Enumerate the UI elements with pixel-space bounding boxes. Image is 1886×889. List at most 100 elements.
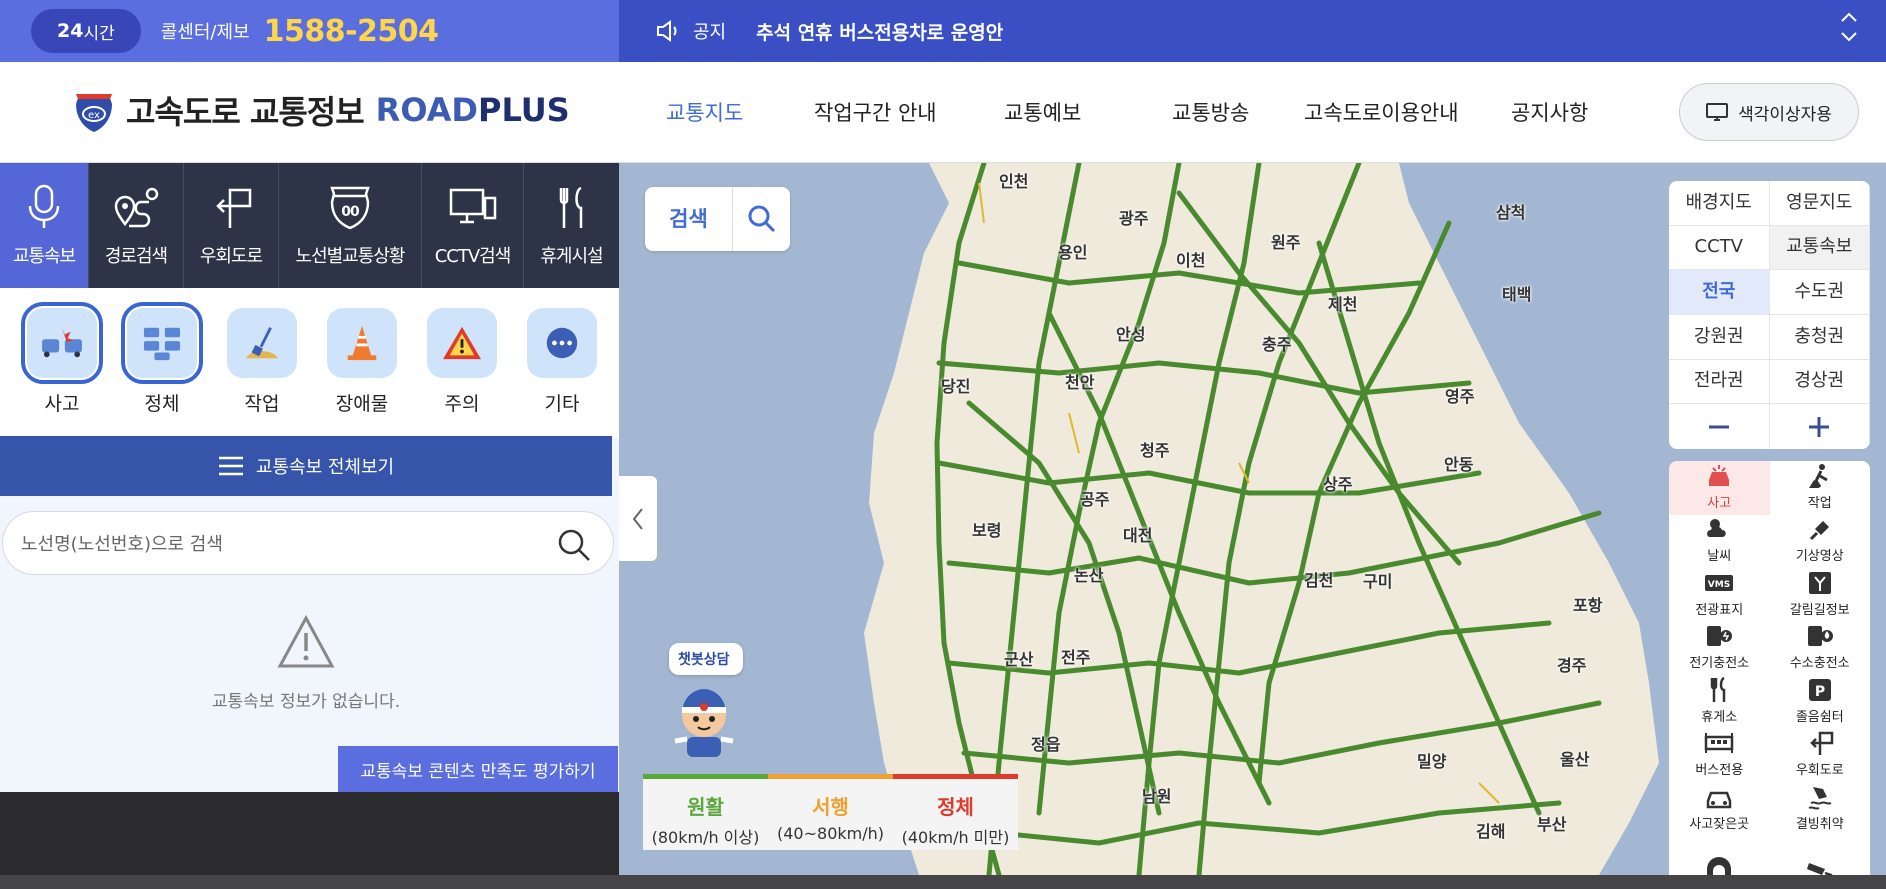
site-logo[interactable]: ex 고속도로 교통정보 ROAD PLUS: [70, 86, 570, 134]
tab-cctv-search[interactable]: CCTV검색: [422, 163, 524, 288]
layer-label: 결빙취약: [1795, 816, 1844, 832]
zoom-in-button[interactable]: [1770, 404, 1870, 449]
tab-detour[interactable]: 우회도로: [184, 163, 279, 288]
congestion-icon: [121, 302, 203, 384]
region-nationwide[interactable]: 전국: [1669, 270, 1770, 315]
speed-legend: 원활 (80km/h 이상) 서행 (40~80km/h) 정체 (40km/h…: [643, 774, 1018, 850]
base-map-button[interactable]: 배경 지도: [1669, 181, 1770, 226]
tab-route-search[interactable]: 경로검색: [89, 163, 184, 288]
layer-accident[interactable]: 사고: [1669, 461, 1770, 515]
city-label: 이천: [1176, 251, 1206, 270]
route-pin-icon: [114, 187, 159, 227]
traffic-cone-icon: [327, 308, 397, 378]
nav-work-zone[interactable]: 작업구간 안내: [814, 97, 937, 127]
city-label: 부산: [1537, 815, 1567, 834]
layer-weather-video[interactable]: 기상영상: [1770, 515, 1871, 569]
layer-weather[interactable]: 날씨: [1669, 515, 1770, 569]
tab-rest-area[interactable]: 휴게시설: [524, 163, 619, 288]
tunnel-icon: [1707, 857, 1732, 875]
svg-text:ex: ex: [88, 110, 100, 121]
nav-forecast[interactable]: 교통예보: [1004, 97, 1081, 127]
chevron-up-icon[interactable]: [1840, 10, 1858, 24]
route-search-placeholder: 노선명(노선번호)으로 검색: [21, 534, 223, 555]
layer-tunnel[interactable]: [1669, 836, 1770, 875]
category-label: 주의: [444, 393, 480, 415]
city-label: 경주: [1557, 656, 1587, 675]
tab-traffic-news[interactable]: 교통속보: [0, 163, 89, 288]
category-obstacle[interactable]: 장애물: [312, 308, 412, 438]
notice-bar[interactable]: 공지 추석 연휴 버스전용차로 운영안: [619, 0, 1886, 62]
legend-slow: 서행 (40~80km/h): [768, 774, 893, 850]
search-icon[interactable]: [747, 204, 777, 234]
nav-usage-guide[interactable]: 고속도로이용안내: [1304, 97, 1459, 127]
tab-label: 교통속보: [12, 245, 76, 267]
fork-knife-icon: [559, 186, 582, 228]
layer-accident-prone[interactable]: 사고잦은곳: [1669, 782, 1770, 836]
top-bar: 24 시간 콜센터/제보 1588-2504 공지 추석 연휴 버스전용차로 운영…: [0, 0, 1886, 62]
tab-label: CCTV검색: [434, 245, 512, 267]
english-map-button[interactable]: 영문 지도: [1769, 181, 1870, 226]
layer-cctv[interactable]: [1770, 836, 1871, 875]
layer-rest-area[interactable]: 휴게소: [1669, 675, 1770, 729]
car-warning-icon: [1707, 791, 1732, 808]
map-search-label[interactable]: 검색: [645, 187, 733, 251]
city-label: 구미: [1363, 572, 1393, 591]
fork-knife-icon: [1711, 676, 1726, 702]
layer-vms[interactable]: VMS 전광표지: [1669, 568, 1770, 622]
layer-label: 갈림길정보: [1789, 602, 1850, 618]
region-gangwon[interactable]: 강원권: [1669, 314, 1770, 360]
traffic-news-toggle[interactable]: 교통 속보: [1769, 225, 1870, 271]
layer-label: 수소충전소: [1789, 656, 1850, 671]
category-etc[interactable]: 기타: [512, 308, 612, 438]
nav-notices[interactable]: 공지사항: [1511, 97, 1588, 127]
svg-text:P: P: [1815, 684, 1825, 700]
region-chungcheong[interactable]: 충청권: [1769, 314, 1870, 360]
tab-label: 노선별교통상황: [295, 245, 406, 267]
hydrogen-icon: [1807, 626, 1833, 646]
panel-collapse-button[interactable]: [619, 476, 657, 561]
chevron-down-icon[interactable]: [1840, 30, 1858, 44]
layer-ev-charger[interactable]: 전기충전소: [1669, 622, 1770, 676]
category-congestion[interactable]: 정체: [112, 302, 212, 438]
route-search-input[interactable]: 노선명(노선번호)으로 검색: [2, 511, 614, 575]
chatbot-button[interactable]: 챗봇상담: [669, 643, 743, 765]
bottom-scrollbar[interactable]: [0, 875, 1886, 889]
category-accident[interactable]: 사고: [12, 302, 112, 438]
layer-icing[interactable]: 결빙취약: [1770, 782, 1871, 836]
notice-text[interactable]: 추석 연휴 버스전용차로 운영안: [756, 18, 1003, 45]
city-label: 보령: [972, 521, 1002, 540]
cctv-toggle[interactable]: CCTV: [1669, 225, 1770, 271]
layer-bus-lane[interactable]: 버스전용: [1669, 729, 1770, 783]
layer-label: 사고: [1707, 495, 1732, 511]
survey-button[interactable]: 교통속보 콘텐츠 만족도 평가하기: [338, 746, 618, 792]
layer-label: 날씨: [1707, 549, 1732, 564]
layer-sleep-shelter[interactable]: P 졸음쉼터: [1770, 675, 1871, 729]
layer-junction[interactable]: 갈림길정보: [1770, 568, 1871, 622]
region-gyeongsang[interactable]: 경상권: [1769, 359, 1870, 405]
phone-number[interactable]: 1588-2504: [264, 14, 439, 49]
nav-broadcast[interactable]: 교통방송: [1172, 97, 1249, 127]
city-label: 상주: [1323, 475, 1353, 494]
layer-work[interactable]: 작업: [1770, 461, 1871, 515]
detour-sign-icon: [216, 188, 252, 228]
tab-label: 우회도로: [199, 245, 263, 267]
zoom-out-button[interactable]: [1669, 404, 1770, 449]
layer-detour[interactable]: 우회도로: [1770, 729, 1871, 783]
city-label: 포항: [1573, 596, 1603, 615]
region-jeolla[interactable]: 전라권: [1669, 359, 1770, 405]
category-caution[interactable]: 주의: [412, 308, 512, 438]
layer-panel: 사고 작업 날씨 기상영상 VMS 전광표지 갈림길정보 전기충전소 수소충전소: [1669, 461, 1870, 875]
search-icon[interactable]: [557, 528, 591, 562]
nav-traffic-map[interactable]: 교통지도: [666, 97, 743, 127]
layer-hydrogen[interactable]: 수소충전소: [1770, 622, 1871, 676]
category-work[interactable]: 작업: [212, 308, 312, 438]
color-blind-button[interactable]: 색각이상자용: [1679, 83, 1859, 141]
tab-route-status[interactable]: 00 노선별교통상황: [279, 163, 422, 288]
ex-logo-icon: ex: [76, 94, 112, 132]
category-label: 작업: [244, 393, 280, 415]
cctv-monitor-icon: [449, 188, 496, 223]
weather-icon: [1707, 519, 1726, 537]
view-all-button[interactable]: 교통속보 전체보기: [0, 436, 612, 496]
map-search-box[interactable]: 검색: [645, 187, 790, 251]
region-capital[interactable]: 수도권: [1769, 270, 1870, 315]
